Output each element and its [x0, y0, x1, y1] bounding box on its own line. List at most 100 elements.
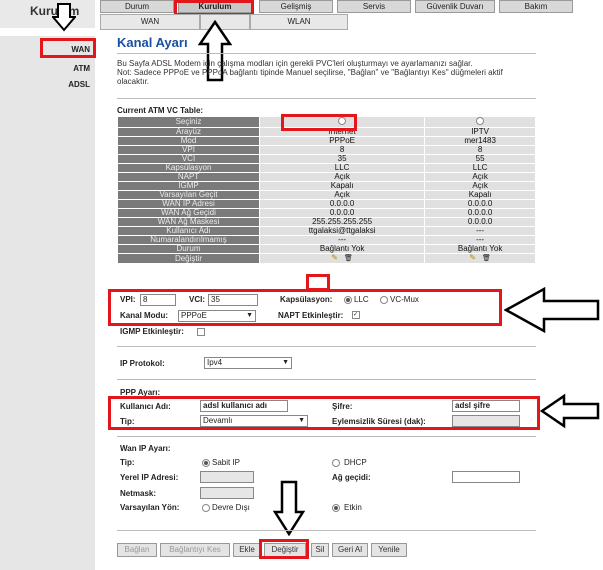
wan-ip-section-title: Wan IP Ayarı:	[120, 444, 171, 453]
type-label: Tip:	[120, 417, 135, 426]
left-arrow-icon	[540, 393, 600, 429]
table-row: Değiştir ✎ 🗑 ✎ 🗑	[117, 253, 536, 264]
add-button[interactable]: Ekle	[233, 543, 261, 557]
delete-button[interactable]: Sil	[311, 543, 329, 557]
row-header: Seçiniz	[117, 116, 260, 128]
trash-icon[interactable]: 🗑	[344, 255, 353, 262]
subtab-wlan[interactable]: WLAN	[250, 14, 348, 30]
local-ip-label: Yerel IP Adresi:	[120, 473, 179, 482]
encap-vcmux-label: VC-Mux	[390, 295, 419, 304]
undo-button[interactable]: Geri Al	[332, 543, 368, 557]
divider	[117, 379, 536, 380]
default-on-radio[interactable]	[332, 504, 340, 512]
dhcp-label: DHCP	[344, 458, 367, 467]
table-title: Current ATM VC Table:	[117, 106, 204, 115]
tab-bakim[interactable]: Bakım	[499, 0, 573, 13]
chevron-down-icon: ▼	[298, 417, 305, 424]
encap-label: Kapsülasyon:	[280, 295, 333, 304]
mode-value: PPPoE	[181, 311, 207, 320]
divider	[117, 436, 536, 437]
local-ip-input[interactable]	[200, 471, 254, 483]
edit-cell: ✎ 🗑	[424, 253, 536, 264]
divider	[117, 346, 536, 347]
wan-type-label: Tip:	[120, 458, 135, 467]
static-ip-radio[interactable]	[202, 459, 210, 467]
ppp-type-value: Devamlı	[203, 416, 233, 425]
tab-gelismis[interactable]: Gelişmiş	[259, 0, 333, 13]
password-label: Şifre:	[332, 402, 353, 411]
default-off-radio[interactable]	[202, 504, 210, 512]
desc-line: Not: Sadece PPPoE ve PPPoA bağlantı tipi…	[117, 68, 503, 77]
divider	[117, 98, 536, 99]
page-description: Bu Sayfa ADSL Modem için çalışma modları…	[117, 59, 547, 86]
brand-header: Kurulum	[0, 0, 95, 28]
sidebar-item-adsl[interactable]: ADSL	[0, 80, 90, 89]
sidebar-item-atm[interactable]: ATM	[0, 64, 90, 73]
row-header: Değiştir	[117, 253, 260, 264]
cell-value: Bağlantı Yok	[424, 244, 536, 254]
ip-protocol-select[interactable]: Ipv4 ▼	[204, 357, 292, 369]
pencil-icon[interactable]: ✎	[469, 253, 476, 262]
dhcp-radio[interactable]	[332, 459, 340, 467]
down-arrow-icon	[52, 3, 76, 32]
netmask-label: Netmask:	[120, 489, 157, 498]
vci-input[interactable]: 35	[208, 294, 258, 306]
idle-label: Eylemsizlik Süresi (dak):	[332, 417, 426, 426]
refresh-button[interactable]: Yenile	[371, 543, 407, 557]
gateway-input[interactable]	[452, 471, 520, 483]
left-arrow-icon	[504, 286, 600, 334]
vc-select-radio[interactable]	[476, 117, 485, 125]
trash-icon[interactable]: 🗑	[482, 255, 491, 262]
default-on-label: Etkin	[344, 503, 362, 512]
subtab-wan[interactable]: WAN	[100, 14, 200, 30]
table-row: VPI 8 8	[117, 145, 536, 155]
gateway-label: Ağ geçidi:	[332, 473, 371, 482]
static-ip-label: Sabit IP	[212, 458, 241, 467]
desc-line: olacaktır.	[117, 77, 150, 86]
netmask-input[interactable]	[200, 487, 254, 499]
divider	[117, 53, 536, 54]
napt-label: NAPT Etkinleştir:	[278, 311, 344, 320]
cell-value: Bağlantı Yok	[258, 244, 426, 254]
user-input[interactable]: adsl kullanıcı adı	[200, 400, 288, 412]
user-label: Kullanıcı Adı:	[120, 402, 171, 411]
tab-guvenlik-duvari[interactable]: Güvenlik Duvarı	[415, 0, 495, 13]
sidebar	[0, 36, 95, 570]
mode-label: Kanal Modu:	[120, 311, 168, 320]
default-route-label: Varsayılan Yön:	[120, 503, 180, 512]
vpi-input[interactable]: 8	[140, 294, 176, 306]
ip-protocol-value: Ipv4	[207, 358, 223, 367]
vpi-label: VPI:	[120, 295, 136, 304]
password-input[interactable]: adsl şifre	[452, 400, 520, 412]
idle-input[interactable]	[452, 415, 520, 427]
vci-label: VCI:	[189, 295, 205, 304]
select-radio-cell	[424, 116, 536, 128]
default-off-label: Devre Dışı	[212, 503, 250, 512]
desc-line: Bu Sayfa ADSL Modem için çalışma modları…	[117, 59, 473, 68]
chevron-down-icon: ▼	[246, 312, 253, 319]
disconnect-button[interactable]: Bağlantıyı Kes	[160, 543, 230, 557]
napt-checkbox[interactable]: ✓	[352, 311, 360, 319]
atm-vc-table: Seçiniz Arayüz Internet IPTV Mod PPPoE mer1483…	[117, 116, 536, 264]
ip-protocol-label: IP Protokol:	[120, 359, 165, 368]
chevron-down-icon: ▼	[282, 359, 289, 366]
connect-button[interactable]: Bağlan	[117, 543, 157, 557]
divider	[117, 530, 536, 531]
wan-highlight	[40, 38, 96, 58]
modify-highlight	[259, 539, 309, 559]
mode-select[interactable]: PPPoE ▼	[178, 310, 256, 322]
select-highlight	[281, 114, 357, 131]
igmp-label: IGMP Etkinleştir:	[120, 327, 184, 336]
encap-llc-label: LLC	[354, 295, 369, 304]
igmp-checkbox[interactable]	[197, 328, 205, 336]
tab-durum[interactable]: Durum	[100, 0, 174, 13]
page-title: Kanal Ayarı	[117, 35, 188, 50]
tab-servis[interactable]: Servis	[337, 0, 411, 13]
encap-llc-radio[interactable]	[344, 296, 352, 304]
encap-vcmux-radio[interactable]	[380, 296, 388, 304]
edit-cell: ✎ 🗑	[258, 253, 426, 264]
table-row: Mod PPPoE mer1483	[117, 136, 536, 146]
ppp-type-select[interactable]: Devamlı ▼	[200, 415, 308, 427]
row-header: Durum	[117, 244, 260, 254]
pencil-icon[interactable]: ✎	[331, 253, 338, 262]
